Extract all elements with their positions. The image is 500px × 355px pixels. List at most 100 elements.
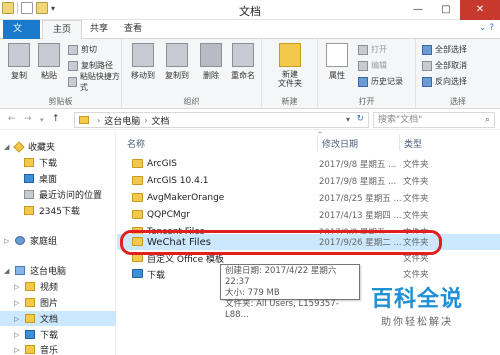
invert-selection-button[interactable]: 反向选择 xyxy=(422,75,467,88)
file-row[interactable]: ArcGIS 2017/9/8 星期五 ... 文件夹 xyxy=(117,156,500,172)
tab-view[interactable]: 查看 xyxy=(114,20,152,39)
file-row[interactable]: ArcGIS 10.4.1 2017/9/8 星期五 ... 文件夹 xyxy=(117,173,500,189)
recent-locations-chevron-icon[interactable]: ▾ xyxy=(40,116,44,124)
select-none-button[interactable]: 全部取消 xyxy=(422,59,467,72)
search-placeholder: 搜索"文档" xyxy=(378,115,423,125)
clipboard-group: 复制 粘贴 剪切 复制路径 粘贴快捷方式 剪贴板 xyxy=(0,39,122,109)
new-group: 新建 文件夹 新建 xyxy=(262,39,318,109)
close-button[interactable]: ✕ xyxy=(460,0,500,20)
tab-home[interactable]: 主页 xyxy=(42,20,83,40)
open-button[interactable]: 打开 xyxy=(358,43,387,56)
ribbon: 复制 粘贴 剪切 复制路径 粘贴快捷方式 剪贴板 移动到 复制到 删除 重命名 … xyxy=(0,39,500,109)
folder-info-tooltip: 创建日期: 2017/4/22 星期六 22:37 大小: 779 MB 文件夹… xyxy=(220,264,360,320)
copy-label: 复制 xyxy=(11,71,27,80)
search-input[interactable]: 搜索"文档" ⌕ xyxy=(373,112,495,128)
delete-label: 删除 xyxy=(203,71,219,80)
delete-button[interactable]: 删除 xyxy=(196,43,226,81)
sidebar-item-pictures[interactable]: ▷ 图片 xyxy=(0,295,116,310)
sidebar-item-label: 文档 xyxy=(40,315,59,325)
tab-file[interactable]: 文件 xyxy=(3,20,40,52)
move-to-label: 移动到 xyxy=(131,71,155,80)
cut-button[interactable]: 剪切 xyxy=(68,43,97,56)
star-icon xyxy=(13,140,25,153)
new-folder-label: 新建 文件夹 xyxy=(278,70,302,88)
up-arrow-icon[interactable]: ↑ xyxy=(52,114,60,124)
chevron-right-icon[interactable]: ▷ xyxy=(14,283,22,291)
refresh-icon[interactable]: ↻ xyxy=(356,114,364,124)
sidebar-item-videos[interactable]: ▷ 视频 xyxy=(0,279,116,294)
chevron-down-icon[interactable]: ▾ xyxy=(346,115,350,124)
new-folder-button[interactable]: 新建 文件夹 xyxy=(268,43,312,88)
file-row[interactable]: AvgMakerOrange 2017/8/25 星期五 ... 文件夹 xyxy=(117,190,500,206)
move-to-button[interactable]: 移动到 xyxy=(128,43,158,81)
file-type: 文件夹 xyxy=(403,177,429,187)
chevron-right-icon[interactable]: ▷ xyxy=(14,331,22,339)
sidebar-item-this-pc[interactable]: ◢ 这台电脑 xyxy=(0,263,116,278)
chevron-right-icon[interactable]: › xyxy=(97,116,100,125)
edit-button[interactable]: 编辑 xyxy=(358,59,387,72)
sidebar-item-pc-downloads[interactable]: ▷ 下载 xyxy=(0,327,116,342)
tab-share[interactable]: 共享 xyxy=(80,20,118,39)
breadcrumb-documents[interactable]: 文档 xyxy=(151,114,169,127)
history-button[interactable]: 历史记录 xyxy=(358,75,403,88)
chevron-right-icon[interactable]: ▷ xyxy=(14,299,22,307)
chevron-down-icon[interactable]: ◢ xyxy=(4,267,12,275)
edit-label: 编辑 xyxy=(371,61,387,70)
file-name: ArcGIS 10.4.1 xyxy=(147,176,209,186)
help-icon[interactable]: ⌄ ? xyxy=(479,23,494,33)
sidebar-item-music[interactable]: ▷ 音乐 xyxy=(0,342,116,355)
folder-icon xyxy=(132,159,143,168)
cut-label: 剪切 xyxy=(81,45,97,54)
address-bar[interactable]: › 这台电脑 › 文档 ▾ ↻ xyxy=(74,112,369,128)
sidebar-item-homegroup[interactable]: ▷ 家庭组 xyxy=(0,233,116,248)
rename-button[interactable]: 重命名 xyxy=(228,43,258,81)
chevron-right-icon[interactable]: › xyxy=(144,116,147,125)
sidebar-item-documents[interactable]: ▷ 文档 xyxy=(0,311,116,326)
sidebar-item-label: 这台电脑 xyxy=(30,267,67,277)
breadcrumb-this-pc[interactable]: 这台电脑 xyxy=(104,114,140,127)
forward-arrow-icon[interactable]: → xyxy=(24,114,32,124)
sidebar-item-favorites[interactable]: ◢ 收藏夹 xyxy=(0,139,116,154)
copy-to-button[interactable]: 复制到 xyxy=(162,43,192,81)
paste-button[interactable]: 粘贴 xyxy=(34,43,64,81)
move-to-icon xyxy=(132,43,154,67)
column-header-type[interactable]: 类型 xyxy=(399,135,499,151)
sidebar-item-2345-downloads[interactable]: 2345下载 xyxy=(0,203,116,218)
column-header-name[interactable]: 名称 xyxy=(127,135,312,151)
paste-shortcut-button[interactable]: 粘贴快捷方式 xyxy=(68,72,121,92)
open-icon xyxy=(358,44,368,55)
chevron-right-icon[interactable]: ▷ xyxy=(14,346,22,354)
minimize-button[interactable]: — xyxy=(404,0,432,20)
sidebar-item-label: 桌面 xyxy=(39,175,58,185)
select-all-button[interactable]: 全部选择 xyxy=(422,43,467,56)
maximize-button[interactable]: □ xyxy=(432,0,460,20)
sidebar-item-downloads[interactable]: 下载 xyxy=(0,155,116,170)
tooltip-folders: 文件夹: All Users, L159357-L88... xyxy=(225,299,339,320)
back-arrow-icon[interactable]: ← xyxy=(8,114,16,124)
column-header-date[interactable]: 修改日期 xyxy=(317,135,402,151)
sidebar-item-desktop[interactable]: 桌面 xyxy=(0,171,116,186)
copy-path-icon xyxy=(68,60,78,71)
sidebar-item-label: 下载 xyxy=(39,159,58,169)
sidebar-item-label: 家庭组 xyxy=(30,237,58,247)
file-date: 2017/9/8 星期五 ... xyxy=(319,160,397,170)
title-bar: ▾ 文档 — □ ✕ xyxy=(0,0,500,20)
chevron-right-icon[interactable]: ▷ xyxy=(14,315,22,323)
download-folder-icon xyxy=(132,269,143,278)
search-icon[interactable]: ⌕ xyxy=(485,113,490,127)
sidebar-item-recent[interactable]: 最近访问的位置 xyxy=(0,187,116,202)
history-icon xyxy=(358,76,368,87)
rename-icon xyxy=(232,43,254,67)
select-all-label: 全部选择 xyxy=(435,45,467,54)
copy-button[interactable]: 复制 xyxy=(4,43,34,81)
file-row[interactable]: QQPCMgr 2017/4/13 星期四 ... 文件夹 xyxy=(117,207,500,223)
properties-button[interactable]: 属性 xyxy=(322,43,352,81)
paste-label: 粘贴 xyxy=(41,71,57,80)
videos-icon xyxy=(25,282,35,291)
chevron-right-icon[interactable]: ▷ xyxy=(4,237,12,245)
file-name: 下载 xyxy=(147,270,166,281)
new-folder-icon xyxy=(279,43,301,67)
organize-group-label: 组织 xyxy=(183,97,200,106)
chevron-down-icon[interactable]: ◢ xyxy=(4,143,12,151)
navigation-bar: ← → ▾ ↑ › 这台电脑 › 文档 ▾ ↻ 搜索"文档" ⌕ xyxy=(0,110,500,130)
